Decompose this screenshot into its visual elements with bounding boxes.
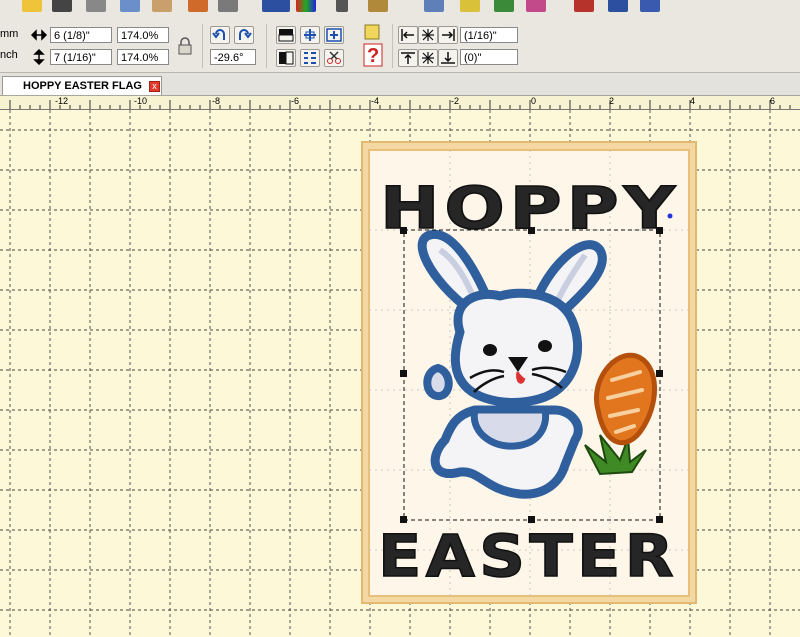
font-icon[interactable] — [494, 0, 514, 12]
rotate-right-icon — [239, 29, 252, 40]
height-scale-field[interactable]: 174.0% — [117, 49, 169, 65]
center-button[interactable] — [300, 26, 320, 44]
ruler-label: -4 — [371, 96, 380, 106]
ruler-ticks — [9, 100, 791, 109]
ruler-label: 0 — [531, 96, 537, 106]
height-field[interactable]: 7 (1/16)" — [50, 49, 112, 65]
ruler-label: -6 — [291, 96, 300, 106]
width-scale-field[interactable]: 174.0% — [117, 27, 169, 43]
ruler-label: 6 — [770, 96, 776, 106]
align-top-icon — [278, 29, 294, 42]
help-icon[interactable]: ? — [362, 24, 384, 68]
width-arrows-icon — [31, 29, 47, 41]
design-area[interactable]: HOPPY EASTER — [0, 110, 800, 637]
asterisk-icon — [422, 52, 434, 64]
unit-inch-label: nch — [0, 49, 18, 61]
document-tab-title: HOPPY EASTER FLAG — [23, 80, 142, 92]
move-up-button[interactable] — [398, 49, 418, 67]
stitch-icon[interactable] — [218, 0, 238, 12]
center-arrows-icon — [304, 29, 316, 41]
distribute-button[interactable] — [300, 49, 320, 67]
align-left-button[interactable] — [276, 49, 296, 67]
move-down-button[interactable] — [438, 49, 458, 67]
center-v-button[interactable] — [418, 49, 438, 67]
height-arrows-icon — [33, 49, 45, 65]
scissors-icon[interactable] — [188, 0, 208, 12]
print-icon[interactable] — [86, 0, 106, 12]
arrow-left-bar-icon — [401, 29, 414, 41]
rotation-field[interactable]: -29.6° — [210, 49, 256, 65]
cut-button[interactable] — [324, 49, 344, 67]
align-left-icon — [279, 51, 294, 65]
horizontal-ruler[interactable]: -12 -10 -8 -6 -4 -2 0 2 4 6 — [0, 96, 800, 110]
design-canvas[interactable]: HOPPY EASTER — [0, 110, 800, 637]
pen-icon[interactable] — [368, 0, 388, 12]
ruler-label: -8 — [212, 96, 221, 106]
ruler-label: 4 — [690, 96, 696, 106]
hand-icon[interactable] — [424, 0, 444, 12]
unit-mm-label: mm — [0, 28, 19, 40]
view-icon[interactable] — [460, 0, 480, 12]
width-field[interactable]: 6 (1/8)" — [50, 27, 112, 43]
rotate-left-button[interactable] — [210, 26, 230, 44]
ruler-label: -12 — [55, 96, 69, 106]
move-right-button[interactable] — [438, 26, 458, 44]
arrow-up-bar-icon — [401, 52, 415, 64]
open-icon[interactable] — [22, 0, 42, 12]
rotate-right-button[interactable] — [234, 26, 254, 44]
heart-icon[interactable] — [574, 0, 594, 12]
document-tab[interactable]: HOPPY EASTER FLAG x — [2, 76, 162, 95]
wand-icon[interactable] — [336, 0, 348, 12]
ruler-label: 2 — [609, 96, 615, 106]
lock-icon[interactable] — [176, 37, 194, 55]
easter-embroidery-text[interactable]: EASTER — [377, 521, 678, 591]
fit-button[interactable] — [324, 26, 344, 44]
offset-y-field[interactable]: (0)" — [460, 49, 518, 65]
document-tab-bar: HOPPY EASTER FLAG x — [0, 73, 800, 96]
paste-icon[interactable] — [152, 0, 172, 12]
tools-icon[interactable] — [640, 0, 660, 12]
asterisk-icon — [422, 29, 434, 41]
toolbar: mm nch 6 (1/8)" 7 (1/16)" 174.0% 174.0% … — [0, 0, 800, 73]
ruler-label: -2 — [451, 96, 460, 106]
ruler-label: -10 — [134, 96, 148, 106]
align-top-button[interactable] — [276, 26, 296, 44]
fit-icon — [326, 28, 342, 42]
save-icon[interactable] — [52, 0, 72, 12]
separator — [266, 24, 267, 68]
scissors-small-icon — [327, 51, 341, 64]
text-icon[interactable] — [608, 0, 628, 12]
3d-icon[interactable] — [262, 0, 290, 12]
close-tab-button[interactable]: x — [149, 81, 160, 92]
colors-icon[interactable] — [296, 0, 316, 12]
separator — [392, 24, 393, 68]
svg-text:?: ? — [367, 45, 379, 67]
copy-icon[interactable] — [120, 0, 140, 12]
move-left-button[interactable] — [398, 26, 418, 44]
distribute-icon — [304, 52, 316, 64]
arrow-right-bar-icon — [442, 29, 455, 41]
rotate-left-icon — [212, 29, 225, 40]
offset-x-field[interactable]: (1/16)" — [460, 27, 518, 43]
palette-icon[interactable] — [526, 0, 546, 12]
arrow-down-bar-icon — [441, 52, 455, 64]
separator — [202, 24, 203, 68]
center-h-button[interactable] — [418, 26, 438, 44]
